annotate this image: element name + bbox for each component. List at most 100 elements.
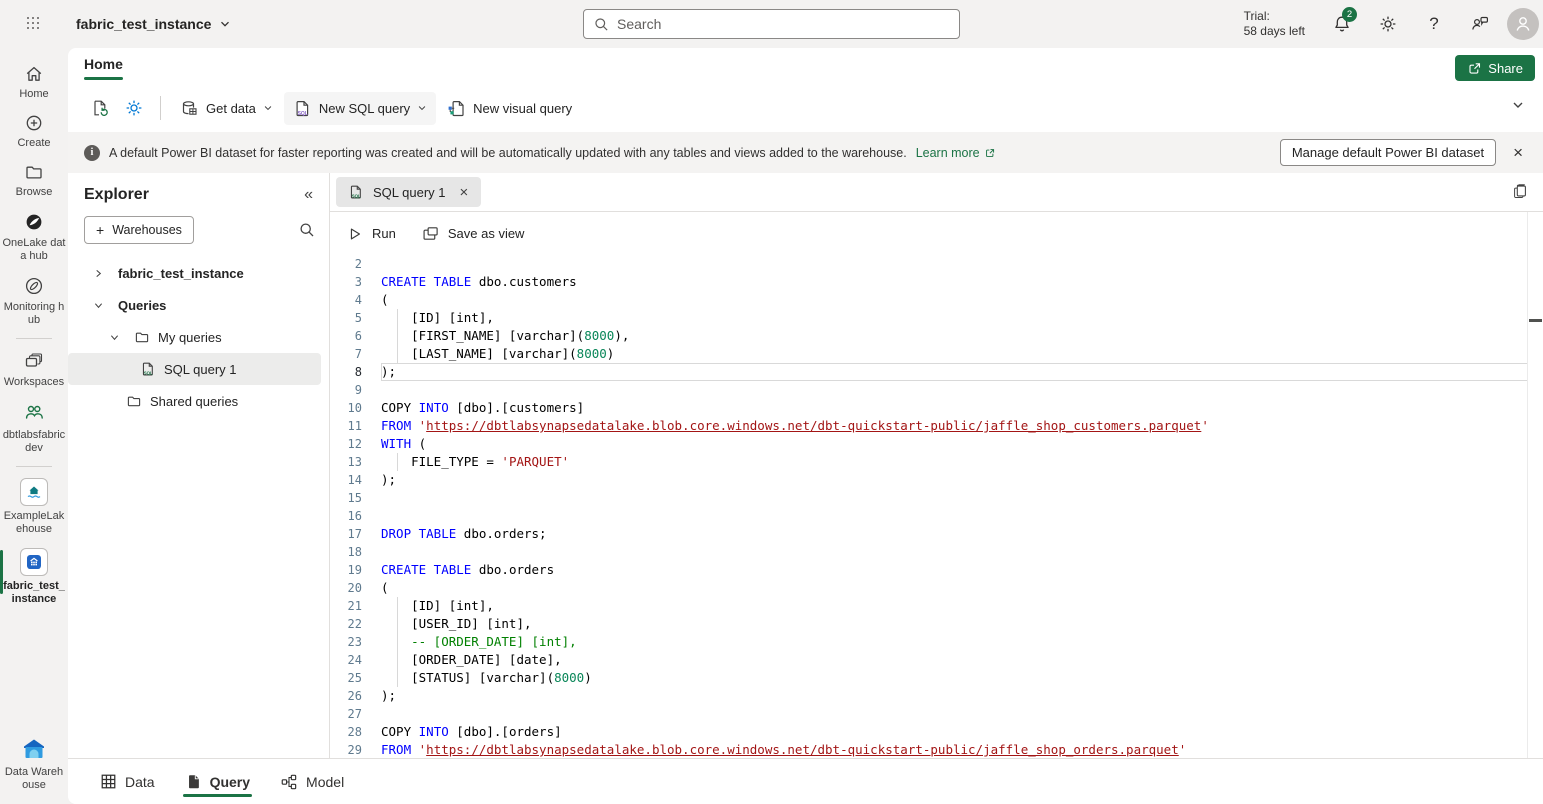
nav-workspace-dbtlabsfabricdev[interactable]: dbtlabsfabricdev <box>0 395 68 461</box>
trial-label: Trial: <box>1244 9 1305 24</box>
tab-query[interactable]: Query <box>185 759 250 804</box>
line-number: 16 <box>336 507 362 525</box>
refresh-document-button[interactable] <box>84 92 116 124</box>
tree-item-my-queries[interactable]: My queries <box>68 321 321 353</box>
nav-create[interactable]: Create <box>0 107 68 156</box>
tab-sql-query-1[interactable]: SQL SQL query 1 × <box>336 177 481 207</box>
code-line-28[interactable]: 28COPY INTO [dbo].[orders] <box>330 723 1543 741</box>
collapse-explorer-button[interactable]: « <box>304 186 313 204</box>
learn-more-label: Learn more <box>916 146 980 160</box>
tab-model-label: Model <box>306 774 344 790</box>
code-line-15[interactable]: 15 <box>330 489 1543 507</box>
plus-circle-icon <box>24 113 44 133</box>
code-line-26[interactable]: 26); <box>330 687 1543 705</box>
code-line-13[interactable]: 13 FILE_TYPE = 'PARQUET' <box>330 453 1543 471</box>
search-icon <box>594 17 609 32</box>
left-nav-rail: Home Create Browse OneLake data hub Moni… <box>0 48 68 804</box>
editor-scrollbar[interactable] <box>1527 212 1528 758</box>
tab-model[interactable]: Model <box>280 759 344 804</box>
code-line-16[interactable]: 16 <box>330 507 1543 525</box>
nav-home[interactable]: Home <box>0 58 68 107</box>
code-line-25[interactable]: 25 [STATUS] [varchar](8000) <box>330 669 1543 687</box>
svg-text:SQL: SQL <box>144 371 153 376</box>
new-warehouse-button[interactable]: + Warehouses <box>84 216 194 244</box>
onelake-icon <box>23 211 45 233</box>
query-document-icon <box>185 773 202 790</box>
code-line-11[interactable]: 11FROM 'https://dbtlabsynapsedatalake.bl… <box>330 417 1543 435</box>
feedback-button[interactable] <box>1457 0 1503 48</box>
line-number: 24 <box>336 651 362 669</box>
document-refresh-icon <box>90 98 110 118</box>
tree-item-warehouse[interactable]: fabric_test_instance <box>68 257 321 289</box>
nav-workspaces[interactable]: Workspaces <box>0 344 68 395</box>
code-line-7[interactable]: 7 [LAST_NAME] [varchar](8000) <box>330 345 1543 363</box>
tree-item-sql-query-1[interactable]: SQL SQL query 1 <box>68 353 321 385</box>
run-button[interactable]: Run <box>347 226 396 242</box>
get-data-button[interactable]: Get data <box>171 92 282 125</box>
code-line-4[interactable]: 4( <box>330 291 1543 309</box>
share-button[interactable]: Share <box>1455 55 1535 81</box>
chevron-down-icon <box>263 103 273 113</box>
code-line-22[interactable]: 22 [USER_ID] [int], <box>330 615 1543 633</box>
tree-item-queries[interactable]: Queries <box>68 289 321 321</box>
person-icon <box>1513 14 1533 34</box>
account-avatar[interactable] <box>1507 8 1539 40</box>
save-as-view-button[interactable]: Save as view <box>422 225 525 242</box>
workspace-switcher[interactable]: fabric_test_instance <box>76 16 231 32</box>
search-input[interactable] <box>617 16 949 32</box>
dataset-info-banner: i A default Power BI dataset for faster … <box>68 132 1543 173</box>
settings-button[interactable] <box>1365 0 1411 48</box>
warehouse-settings-button[interactable] <box>118 92 150 124</box>
code-line-8[interactable]: 8); <box>330 363 1543 381</box>
code-line-20[interactable]: 20( <box>330 579 1543 597</box>
learn-more-link[interactable]: Learn more <box>916 146 996 160</box>
banner-message: A default Power BI dataset for faster re… <box>109 146 907 160</box>
code-line-12[interactable]: 12WITH ( <box>330 435 1543 453</box>
code-line-21[interactable]: 21 [ID] [int], <box>330 597 1543 615</box>
line-number: 29 <box>336 741 362 758</box>
code-line-3[interactable]: 3CREATE TABLE dbo.customers <box>330 273 1543 291</box>
ribbon-toolbar: Get data SQL New SQL query New visual qu… <box>68 84 1543 132</box>
nav-onelake-data-hub[interactable]: OneLake data hub <box>0 205 68 269</box>
help-button[interactable]: ? <box>1411 0 1457 48</box>
sql-code-area[interactable]: 23CREATE TABLE dbo.customers4(5 [ID] [in… <box>330 255 1543 758</box>
code-line-27[interactable]: 27 <box>330 705 1543 723</box>
nav-item-fabric-test-instance[interactable]: fabric_test_instance <box>0 542 68 612</box>
code-line-18[interactable]: 18 <box>330 543 1543 561</box>
code-line-6[interactable]: 6 [FIRST_NAME] [varchar](8000), <box>330 327 1543 345</box>
nav-item-examplelakehouse[interactable]: ExampleLakehouse <box>0 472 68 542</box>
code-line-14[interactable]: 14); <box>330 471 1543 489</box>
line-number: 23 <box>336 633 362 651</box>
explorer-search-button[interactable] <box>299 222 315 238</box>
tab-data[interactable]: Data <box>100 759 155 804</box>
new-visual-query-button[interactable]: New visual query <box>438 92 581 125</box>
close-tab-icon[interactable]: × <box>455 184 474 201</box>
share-icon <box>1467 61 1482 76</box>
notifications-button[interactable]: 2 <box>1319 0 1365 48</box>
top-bar: fabric_test_instance Trial: 58 days left… <box>0 0 1543 48</box>
workspace-body: Explorer « + Warehouses fabric_test_inst… <box>68 173 1543 758</box>
line-number: 19 <box>336 561 362 579</box>
code-line-9[interactable]: 9 <box>330 381 1543 399</box>
nav-label: Monitoring hub <box>2 301 66 327</box>
code-line-5[interactable]: 5 [ID] [int], <box>330 309 1543 327</box>
code-line-29[interactable]: 29FROM 'https://dbtlabsynapsedatalake.bl… <box>330 741 1543 758</box>
explorer-panel: Explorer « + Warehouses fabric_test_inst… <box>68 173 330 758</box>
code-line-2[interactable]: 2 <box>330 255 1543 273</box>
tree-item-shared-queries[interactable]: Shared queries <box>68 385 321 417</box>
nav-data-warehouse[interactable]: Data Warehouse <box>0 730 68 798</box>
code-line-10[interactable]: 10COPY INTO [dbo].[customers] <box>330 399 1543 417</box>
code-line-19[interactable]: 19CREATE TABLE dbo.orders <box>330 561 1543 579</box>
code-line-24[interactable]: 24 [ORDER_DATE] [date], <box>330 651 1543 669</box>
code-line-17[interactable]: 17DROP TABLE dbo.orders; <box>330 525 1543 543</box>
manage-default-dataset-button[interactable]: Manage default Power BI dataset <box>1280 139 1496 166</box>
nav-monitoring-hub[interactable]: Monitoring hub <box>0 269 68 333</box>
tab-home[interactable]: Home <box>84 56 123 80</box>
banner-close-icon[interactable]: × <box>1505 143 1531 163</box>
nav-browse[interactable]: Browse <box>0 156 68 205</box>
copy-icon[interactable] <box>1511 182 1529 200</box>
app-launcher-waffle-icon[interactable] <box>0 0 68 48</box>
collapse-ribbon-button[interactable] <box>1511 98 1525 112</box>
code-line-23[interactable]: 23 -- [ORDER_DATE] [int], <box>330 633 1543 651</box>
new-sql-query-button[interactable]: SQL New SQL query <box>284 92 436 125</box>
